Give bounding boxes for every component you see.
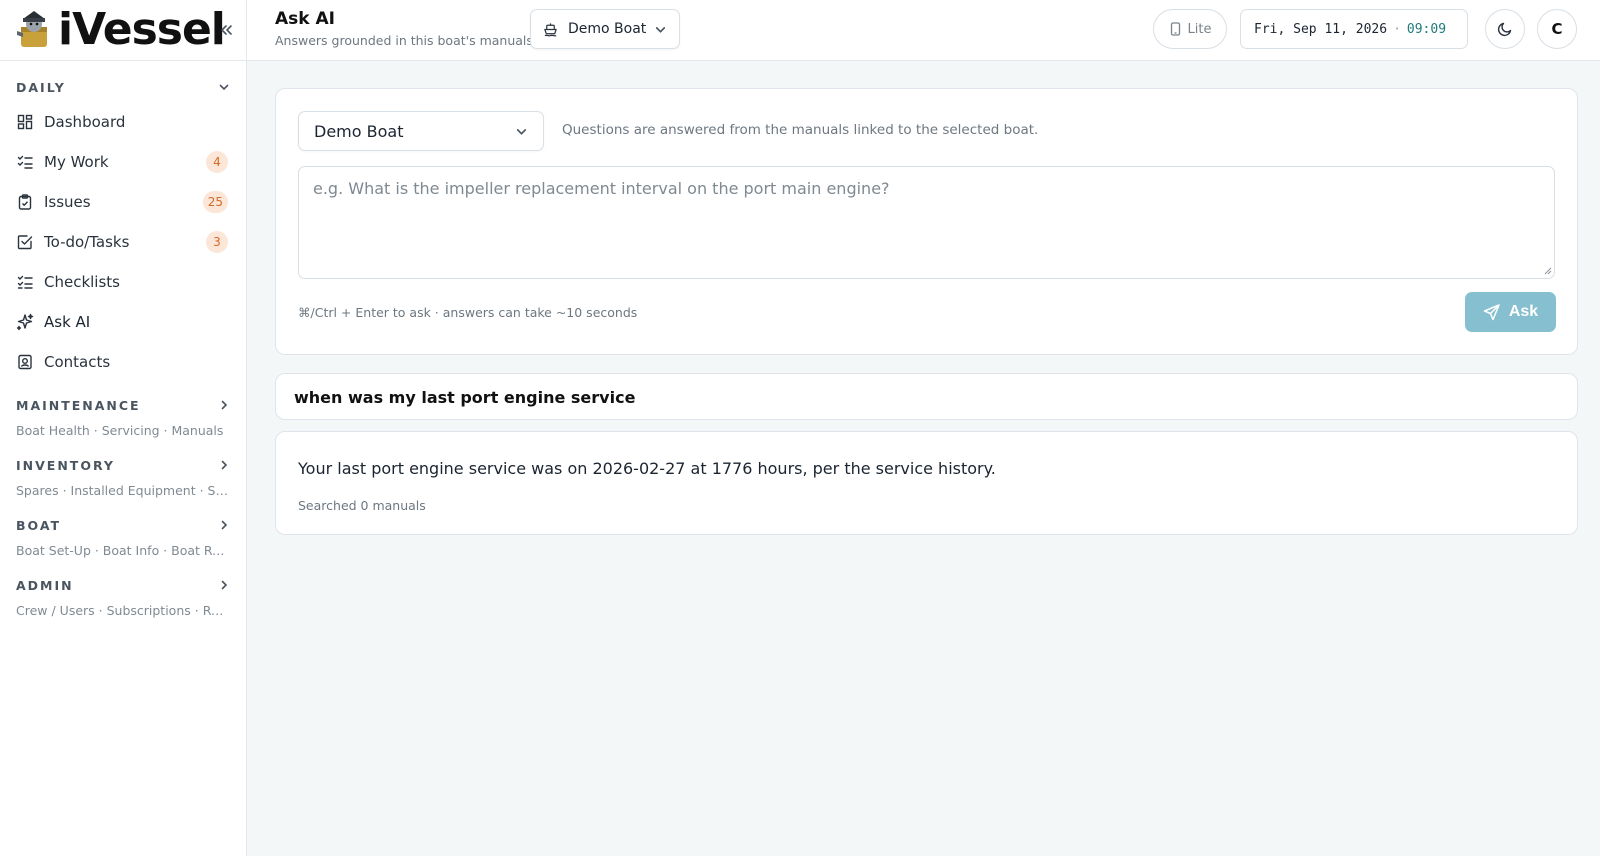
- section-title-boat: BOAT: [16, 517, 62, 533]
- user-question: when was my last port engine service: [294, 388, 636, 407]
- page-subtitle: Answers grounded in this boat's manuals: [275, 33, 533, 48]
- sidebar-item-issues[interactable]: Issues 25: [0, 182, 246, 222]
- lite-mode-label: Lite: [1187, 21, 1212, 37]
- count-badge: 3: [206, 231, 228, 253]
- sidebar-group-inventory[interactable]: INVENTORY Spares · Installed Equipment ·…: [0, 454, 246, 499]
- sidebar-group-boat[interactable]: BOAT Boat Set-Up · Boat Info · Boat Re..…: [0, 514, 246, 559]
- clipboard-icon: [16, 193, 34, 211]
- chevron-down-icon: [219, 84, 229, 91]
- sidebar: iVessel DAILY Dashboard My Work 4 Issues…: [0, 0, 247, 856]
- chevron-down-icon: [516, 128, 527, 135]
- boat-select[interactable]: Demo Boat: [298, 111, 544, 151]
- ai-answer: Your last port engine service was on 202…: [298, 459, 996, 478]
- section-daily[interactable]: DAILY: [0, 76, 246, 98]
- sparkles-icon: [16, 313, 34, 331]
- sidebar-item-label: Ask AI: [44, 313, 91, 331]
- checkbox-icon: [16, 233, 34, 251]
- sidebar-item-ask-ai[interactable]: Ask AI: [0, 302, 246, 342]
- sidebar-item-dashboard[interactable]: Dashboard: [0, 102, 246, 142]
- count-badge: 4: [206, 151, 228, 173]
- phone-icon: [1170, 22, 1180, 36]
- ask-button[interactable]: Ask: [1465, 292, 1556, 332]
- question-card: when was my last port engine service: [275, 373, 1578, 420]
- sidebar-item-label: To-do/Tasks: [44, 233, 130, 251]
- avatar[interactable]: C: [1537, 9, 1577, 49]
- section-title-inventory: INVENTORY: [16, 457, 115, 473]
- section-title-daily: DAILY: [16, 79, 66, 95]
- date-time-separator: ·: [1393, 21, 1401, 37]
- dashboard-icon: [16, 113, 34, 131]
- list-check-icon: [16, 153, 34, 171]
- boat-switcher-label: Demo Boat: [568, 21, 647, 37]
- resize-grip-icon[interactable]: [1542, 265, 1552, 275]
- sidebar-item-contacts[interactable]: Contacts: [0, 342, 246, 382]
- current-date: Fri, Sep 11, 2026: [1254, 21, 1388, 37]
- brand-name: iVessel: [58, 4, 226, 55]
- sidebar-group-admin[interactable]: ADMIN Crew / Users · Subscriptions · Rec…: [0, 574, 246, 619]
- sidebar-item-label: Issues: [44, 193, 91, 211]
- sidebar-item-label: Dashboard: [44, 113, 126, 131]
- section-subtitle: Boat Health · Servicing · Manuals: [16, 423, 224, 438]
- sidebar-item-label: Contacts: [44, 353, 111, 371]
- chevrons-left-icon: [221, 25, 232, 35]
- answer-card: Your last port engine service was on 202…: [275, 431, 1578, 535]
- sidebar-item-todo-tasks[interactable]: To-do/Tasks 3: [0, 222, 246, 262]
- section-title-admin: ADMIN: [16, 577, 74, 593]
- section-subtitle: Boat Set-Up · Boat Info · Boat Re...: [16, 543, 232, 558]
- contacts-icon: [16, 353, 34, 371]
- current-time: 09:09: [1406, 21, 1447, 37]
- chevron-right-icon: [221, 520, 228, 530]
- ask-card: Demo Boat Questions are answered from th…: [275, 88, 1578, 355]
- page-title: Ask AI: [275, 9, 335, 29]
- captain-mascot-logo: [17, 11, 47, 47]
- boat-select-value: Demo Boat: [314, 121, 404, 141]
- ask-button-label: Ask: [1508, 303, 1539, 320]
- sidebar-item-label: My Work: [44, 153, 109, 171]
- count-badge: 25: [202, 191, 228, 213]
- boat-icon: [544, 22, 557, 36]
- date-time-display: Fri, Sep 11, 2026 · 09:09: [1240, 9, 1468, 49]
- topbar: Ask AI Answers grounded in this boat's m…: [247, 0, 1600, 61]
- moon-icon: [1497, 22, 1512, 37]
- brand: iVessel: [0, 0, 246, 61]
- sidebar-item-checklists[interactable]: Checklists: [0, 262, 246, 302]
- section-subtitle: Crew / Users · Subscriptions · Rec...: [16, 603, 238, 618]
- chevron-right-icon: [221, 460, 228, 470]
- sidebar-group-maintenance[interactable]: MAINTENANCE Boat Health · Servicing · Ma…: [0, 394, 246, 438]
- answer-sources-meta: Searched 0 manuals: [298, 498, 426, 513]
- lite-mode-toggle[interactable]: Lite: [1153, 9, 1227, 49]
- boat-select-helper: Questions are answered from the manuals …: [562, 122, 1039, 138]
- section-title-maintenance: MAINTENANCE: [16, 397, 141, 413]
- question-input[interactable]: [298, 166, 1555, 279]
- checklist-icon: [16, 273, 34, 291]
- sidebar-item-label: Checklists: [44, 273, 120, 291]
- boat-switcher[interactable]: Demo Boat: [530, 9, 680, 49]
- chevron-right-icon: [221, 400, 228, 410]
- sidebar-item-my-work[interactable]: My Work 4: [0, 142, 246, 182]
- section-subtitle: Spares · Installed Equipment · Sa...: [16, 483, 236, 498]
- theme-toggle-button[interactable]: [1485, 9, 1525, 49]
- collapse-sidebar-button[interactable]: [216, 20, 236, 40]
- chevron-down-icon: [655, 26, 666, 33]
- chevron-right-icon: [221, 580, 228, 590]
- daily-nav: Dashboard My Work 4 Issues 25 To-do/Task…: [0, 102, 246, 382]
- send-icon: [1483, 304, 1500, 321]
- keyboard-hint: ⌘/Ctrl + Enter to ask · answers can take…: [298, 305, 638, 320]
